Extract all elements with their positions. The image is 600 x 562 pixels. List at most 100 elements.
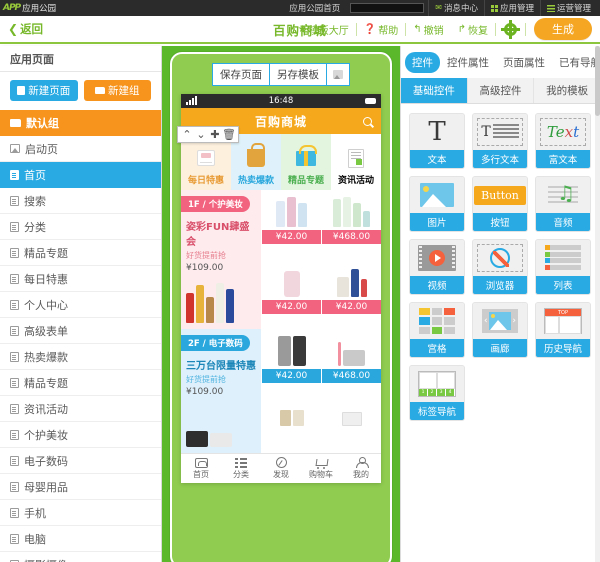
chevron-left-icon: ❮ bbox=[8, 22, 19, 36]
sidebar-item-label: 电脑 bbox=[24, 532, 46, 546]
widget-label: 多行文本 bbox=[473, 150, 527, 168]
scrollbar-thumb[interactable] bbox=[595, 46, 600, 116]
widget-label: 宫格 bbox=[410, 339, 464, 357]
topbar-item-home[interactable]: 应用公园首页 bbox=[283, 0, 346, 16]
phone-preview: 16:48 百购商城 ⌃ ⌄ ✚ 🗑 每日特惠 热卖爆款 精品专题 资讯活动 1… bbox=[177, 94, 381, 483]
document-icon bbox=[10, 170, 19, 180]
topbar-search-input[interactable] bbox=[350, 3, 425, 13]
topbar-item-operations[interactable]: 运营管理 bbox=[539, 0, 597, 16]
save-page-button[interactable]: 保存页面 bbox=[212, 63, 270, 86]
widget-gallery[interactable]: ‹ › 画廊 bbox=[472, 302, 528, 358]
new-page-button[interactable]: 新建页面 bbox=[10, 80, 78, 101]
delete-icon[interactable]: 🗑 bbox=[222, 128, 236, 141]
video-icon bbox=[410, 240, 464, 276]
floor-subheadline: 好货提前抢 bbox=[186, 375, 226, 384]
floor-promo[interactable]: 1F / 个护美妆 姿彩FUN肆盛会 好货提前抢 ¥109.00 bbox=[181, 190, 261, 329]
nav-item-home[interactable]: 首页 bbox=[181, 454, 221, 483]
sidebar-item-label: 高级表单 bbox=[24, 324, 68, 338]
nav-item-cart[interactable]: 购物车 bbox=[301, 454, 341, 483]
sidebar-item-label: 个护美妆 bbox=[24, 428, 68, 442]
undo-button[interactable]: ↰ 撤销 bbox=[406, 22, 450, 37]
widget-multiline-text[interactable]: T 多行文本 bbox=[472, 113, 528, 169]
product-card[interactable]: ¥42.00 bbox=[261, 190, 321, 260]
sidebar-item-news[interactable]: 资讯活动 bbox=[0, 396, 161, 422]
add-icon[interactable]: ✚ bbox=[208, 128, 222, 141]
sidebar-item-home[interactable]: 首页 bbox=[0, 162, 161, 188]
subtab-basic-widgets[interactable]: 基础控件 bbox=[401, 78, 468, 103]
widget-audio[interactable]: ♫ 音频 bbox=[535, 176, 591, 232]
widget-rich-text[interactable]: Text 富文本 bbox=[535, 113, 591, 169]
help-button[interactable]: ❓ 帮助 bbox=[357, 22, 405, 37]
panel-subtabs: 基础控件 高级控件 我的模板 bbox=[401, 78, 600, 104]
tab-page-properties[interactable]: 页面属性 bbox=[496, 52, 552, 73]
widget-text[interactable]: T 文本 bbox=[409, 113, 465, 169]
product-card[interactable]: ¥468.00 bbox=[321, 190, 381, 260]
back-button[interactable]: ❮ 返回 bbox=[8, 21, 43, 37]
folder-icon bbox=[95, 87, 105, 94]
tab-widgets[interactable]: 控件 bbox=[405, 52, 440, 73]
tab-existing-nav[interactable]: 已有导航 bbox=[552, 52, 600, 73]
nav-item-discover[interactable]: 发现 bbox=[261, 454, 301, 483]
sidebar-item-featured-2[interactable]: 精品专题 bbox=[0, 370, 161, 396]
app-logo[interactable]: APP 应用公园 bbox=[3, 2, 56, 14]
category-icon bbox=[235, 457, 247, 468]
sidebar-item-category[interactable]: 分类 bbox=[0, 214, 161, 240]
sidebar-item-default-group[interactable]: 默认组 bbox=[0, 110, 161, 136]
product-card[interactable]: ¥42.00 bbox=[261, 329, 321, 410]
sidebar-item-baby[interactable]: 母婴用品 bbox=[0, 474, 161, 500]
new-group-button[interactable]: 新建组 bbox=[83, 80, 151, 101]
redo-button[interactable]: ↱ 恢复 bbox=[451, 22, 495, 37]
gear-icon[interactable] bbox=[501, 19, 520, 39]
product-price: ¥468.00 bbox=[322, 230, 381, 244]
sidebar-item-daily-deals[interactable]: 每日特惠 bbox=[0, 266, 161, 292]
sidebar-page-list: 默认组 启动页 首页 搜索 分类 精品专题 每日特惠 个人中心 高级表单 热卖爆… bbox=[0, 110, 161, 562]
category-tile[interactable]: 精品专题 bbox=[281, 134, 331, 190]
sidebar-item-digital[interactable]: 电子数码 bbox=[0, 448, 161, 474]
widget-grid-cells[interactable]: 宫格 bbox=[409, 302, 465, 358]
sidebar-item-computer[interactable]: 电脑 bbox=[0, 526, 161, 552]
sidebar-item-search[interactable]: 搜索 bbox=[0, 188, 161, 214]
nav-item-profile[interactable]: 我的 bbox=[341, 454, 381, 483]
sidebar-item-profile[interactable]: 个人中心 bbox=[0, 292, 161, 318]
document-icon bbox=[10, 325, 19, 336]
sidebar-item-beauty[interactable]: 个护美妆 bbox=[0, 422, 161, 448]
product-card[interactable] bbox=[321, 409, 381, 428]
sidebar-item-launch[interactable]: 启动页 bbox=[0, 136, 161, 162]
lines-icon bbox=[546, 4, 555, 12]
move-up-icon[interactable]: ⌃ bbox=[180, 128, 194, 141]
product-card[interactable]: ¥42.00 bbox=[261, 259, 321, 329]
promo-image bbox=[186, 401, 256, 447]
subtab-my-templates[interactable]: 我的模板 bbox=[534, 78, 600, 103]
sidebar-item-advanced-form[interactable]: 高级表单 bbox=[0, 318, 161, 344]
widget-list[interactable]: 列表 bbox=[535, 239, 591, 295]
sidebar-item-photography[interactable]: 摄影摄像 bbox=[0, 552, 161, 562]
sidebar-item-hot-items[interactable]: 热卖爆款 bbox=[0, 344, 161, 370]
product-card[interactable] bbox=[261, 409, 321, 428]
topbar-item-app-management[interactable]: 应用管理 bbox=[483, 0, 540, 16]
sidebar-item-label: 精品专题 bbox=[24, 246, 68, 260]
category-tile[interactable]: 资讯活动 bbox=[331, 134, 381, 190]
move-down-icon[interactable]: ⌄ bbox=[194, 128, 208, 141]
search-icon[interactable] bbox=[363, 116, 372, 126]
sidebar-item-featured[interactable]: 精品专题 bbox=[0, 240, 161, 266]
panel-scrollbar[interactable] bbox=[595, 46, 600, 562]
subtab-advanced-widgets[interactable]: 高级控件 bbox=[467, 78, 535, 103]
floor-promo[interactable]: 2F / 电子数码 三万台限量特惠 好货提前抢 ¥109.00 bbox=[181, 329, 261, 453]
save-as-template-button[interactable]: 另存模板 bbox=[269, 63, 327, 86]
product-card[interactable]: ¥468.00 bbox=[321, 329, 381, 410]
product-card[interactable]: ¥42.00 bbox=[321, 259, 381, 329]
preview-button[interactable] bbox=[326, 63, 350, 86]
tab-widget-properties[interactable]: 控件属性 bbox=[440, 52, 496, 73]
nav-item-category[interactable]: 分类 bbox=[221, 454, 261, 483]
generate-button[interactable]: 生成 bbox=[534, 18, 592, 40]
widget-history-nav[interactable]: TOP 历史导航 bbox=[535, 302, 591, 358]
widget-browser[interactable]: 浏览器 bbox=[472, 239, 528, 295]
topbar-item-messages[interactable]: ✉ 消息中心 bbox=[428, 0, 484, 16]
widget-button[interactable]: Button 按钮 bbox=[472, 176, 528, 232]
widget-image[interactable]: 图片 bbox=[409, 176, 465, 232]
widget-video[interactable]: 视频 bbox=[409, 239, 465, 295]
category-tiles: ⌃ ⌄ ✚ 🗑 每日特惠 热卖爆款 精品专题 资讯活动 bbox=[177, 126, 381, 190]
widget-tab-nav[interactable]: 1234 标签导航 bbox=[409, 365, 465, 421]
sidebar-item-phone[interactable]: 手机 bbox=[0, 500, 161, 526]
promo-image bbox=[186, 277, 256, 323]
